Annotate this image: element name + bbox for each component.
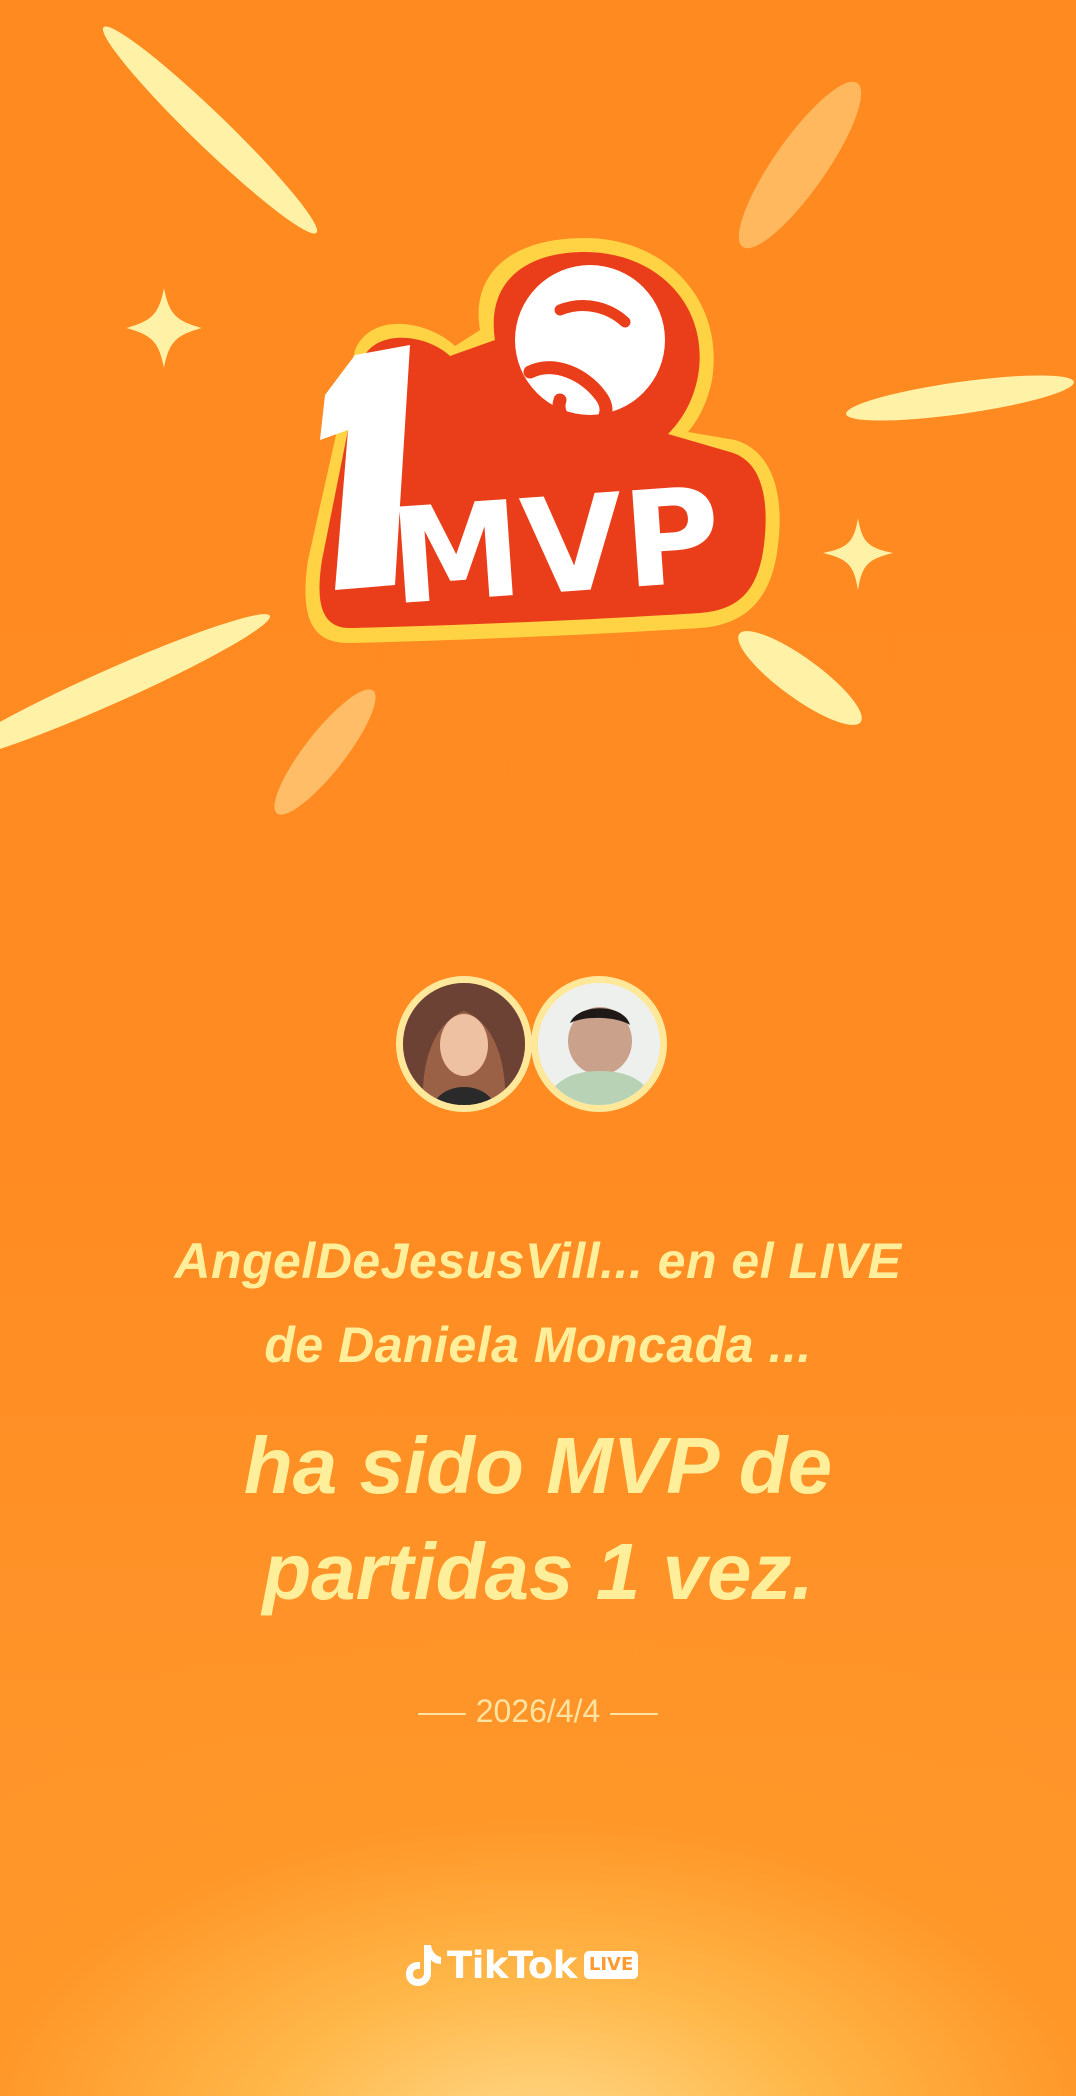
avatar-viewer-image bbox=[538, 983, 660, 1105]
tiktok-note-icon bbox=[406, 1945, 441, 1986]
sparkle-icon bbox=[126, 288, 202, 368]
avatar-viewer[interactable] bbox=[531, 976, 667, 1112]
live-badge: LIVE bbox=[583, 1951, 639, 1979]
mvp-badge: MVP bbox=[305, 238, 780, 644]
date-row: 2026/4/4 bbox=[0, 1693, 1076, 1730]
light-ray bbox=[846, 375, 1074, 421]
date-text: 2026/4/4 bbox=[475, 1693, 601, 1729]
light-ray bbox=[102, 26, 318, 234]
tiktok-live-logo: TikTok LIVE bbox=[404, 1940, 639, 1990]
avatar-host[interactable] bbox=[396, 976, 532, 1112]
live-host-line: de Daniela Moncada ... bbox=[264, 1317, 812, 1373]
light-ray bbox=[738, 81, 862, 249]
svg-text:MVP: MVP bbox=[385, 459, 725, 636]
avatar-host-image bbox=[403, 983, 525, 1105]
date-divider-left bbox=[417, 1712, 466, 1715]
light-ray bbox=[274, 689, 376, 815]
light-ray bbox=[738, 631, 862, 725]
mvp-headline-line1: ha sido MVP de bbox=[243, 1421, 833, 1510]
date-divider-right bbox=[610, 1712, 659, 1715]
participant-avatars bbox=[396, 976, 681, 1126]
mvp-artwork: MVP bbox=[0, 26, 1074, 815]
mvp-headline-line2: partidas 1 vez. bbox=[262, 1527, 814, 1616]
mvp-user-line: AngelDeJesusVill... en el LIVE bbox=[174, 1233, 902, 1289]
sparkle-icon bbox=[823, 518, 893, 590]
light-ray bbox=[0, 614, 271, 760]
brand-name: TikTok bbox=[447, 1943, 577, 1987]
